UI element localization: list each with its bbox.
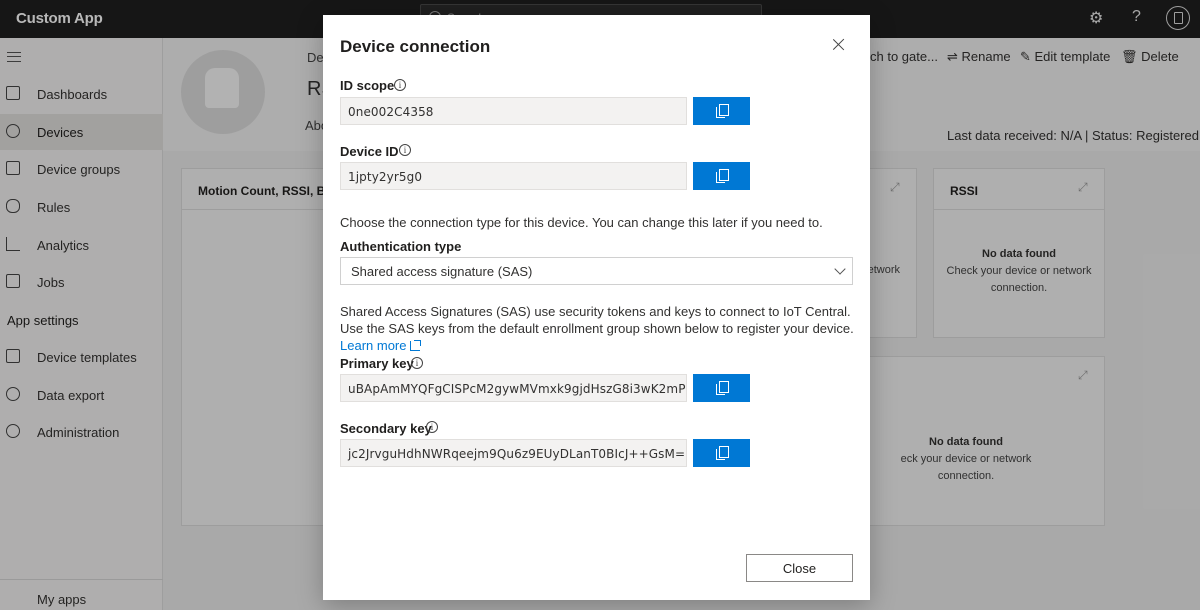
chevron-down-icon: [834, 263, 846, 275]
primary-key-field[interactable]: uBApAmMYQFgCISPcM2gywMVmxk9gjdHszG8i3wK2…: [340, 374, 687, 402]
copy-primary-key-button[interactable]: [693, 374, 750, 402]
info-icon[interactable]: i: [394, 79, 406, 91]
dialog-title: Device connection: [340, 37, 491, 56]
connection-type-hint: Choose the connection type for this devi…: [340, 215, 823, 230]
id-scope-label: ID scope: [340, 78, 395, 93]
device-id-label: Device ID: [340, 144, 399, 159]
device-id-field[interactable]: 1jpty2yr5g0: [340, 162, 687, 190]
copy-secondary-key-button[interactable]: [693, 439, 750, 467]
copy-icon: [716, 446, 729, 460]
primary-key-label: Primary key: [340, 356, 414, 371]
info-icon[interactable]: i: [411, 357, 423, 369]
copy-icon: [716, 169, 729, 183]
copy-device-id-button[interactable]: [693, 162, 750, 190]
learn-more-link[interactable]: Learn more: [340, 338, 422, 353]
info-icon[interactable]: i: [426, 421, 438, 433]
copy-id-scope-button[interactable]: [693, 97, 750, 125]
auth-type-selected: Shared access signature (SAS): [351, 264, 533, 279]
close-icon[interactable]: [831, 37, 847, 53]
learn-more-label: Learn more: [340, 338, 407, 353]
auth-type-dropdown[interactable]: Shared access signature (SAS): [340, 257, 853, 285]
auth-type-label: Authentication type: [340, 239, 462, 254]
sas-text: Shared Access Signatures (SAS) use secur…: [340, 304, 854, 336]
secondary-key-label: Secondary key: [340, 421, 432, 436]
close-button[interactable]: Close: [746, 554, 853, 582]
sas-description: Shared Access Signatures (SAS) use secur…: [340, 303, 855, 354]
copy-icon: [716, 104, 729, 118]
secondary-key-field[interactable]: jc2JrvguHdhNWRqeejm9Qu6z9EUyDLanT0BIcJ++…: [340, 439, 687, 467]
info-icon[interactable]: i: [399, 144, 411, 156]
external-link-icon: [410, 340, 422, 351]
id-scope-field[interactable]: 0ne002C4358: [340, 97, 687, 125]
device-connection-dialog: Device connection ID scope i 0ne002C4358…: [323, 15, 870, 600]
copy-icon: [716, 381, 729, 395]
